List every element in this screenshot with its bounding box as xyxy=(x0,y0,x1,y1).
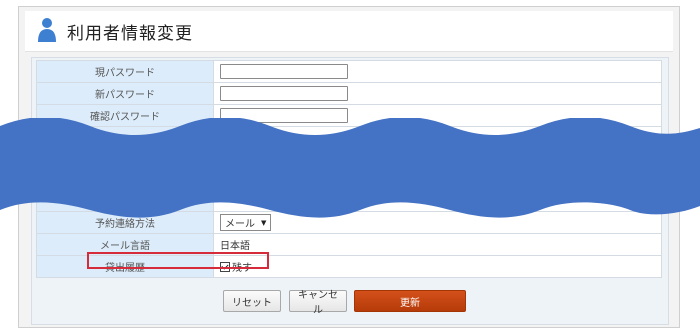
current-password-cell xyxy=(213,60,662,83)
update-button[interactable]: 更新 xyxy=(354,290,466,312)
new-password-label: 新パスワード xyxy=(36,82,214,105)
person-icon xyxy=(38,18,56,42)
cancel-button[interactable]: キャンセル xyxy=(289,290,347,316)
chevron-down-icon: ▼ xyxy=(261,218,267,227)
page-header: 利用者情報変更 xyxy=(25,11,673,52)
redaction-wave xyxy=(0,118,700,218)
mail-language-value: 日本語 xyxy=(213,233,662,256)
current-password-input[interactable] xyxy=(220,64,348,79)
table-row: メール言語 日本語 xyxy=(36,233,662,256)
reset-button[interactable]: リセット xyxy=(223,290,281,312)
lending-history-label: 貸出履歴 xyxy=(36,255,214,278)
new-password-input[interactable] xyxy=(220,86,348,101)
lending-history-cell: 残す xyxy=(213,255,662,278)
mail-language-label: メール言語 xyxy=(36,233,214,256)
current-password-label: 現パスワード xyxy=(36,60,214,83)
table-row: 現パスワード xyxy=(36,60,662,83)
new-password-cell xyxy=(213,82,662,105)
lending-history-checkbox[interactable] xyxy=(220,261,230,272)
table-row: 新パスワード xyxy=(36,82,662,105)
lending-history-checkbox-label[interactable]: 残す xyxy=(232,263,252,274)
table-row: 貸出履歴 残す xyxy=(36,255,662,278)
page-title: 利用者情報変更 xyxy=(67,24,193,44)
